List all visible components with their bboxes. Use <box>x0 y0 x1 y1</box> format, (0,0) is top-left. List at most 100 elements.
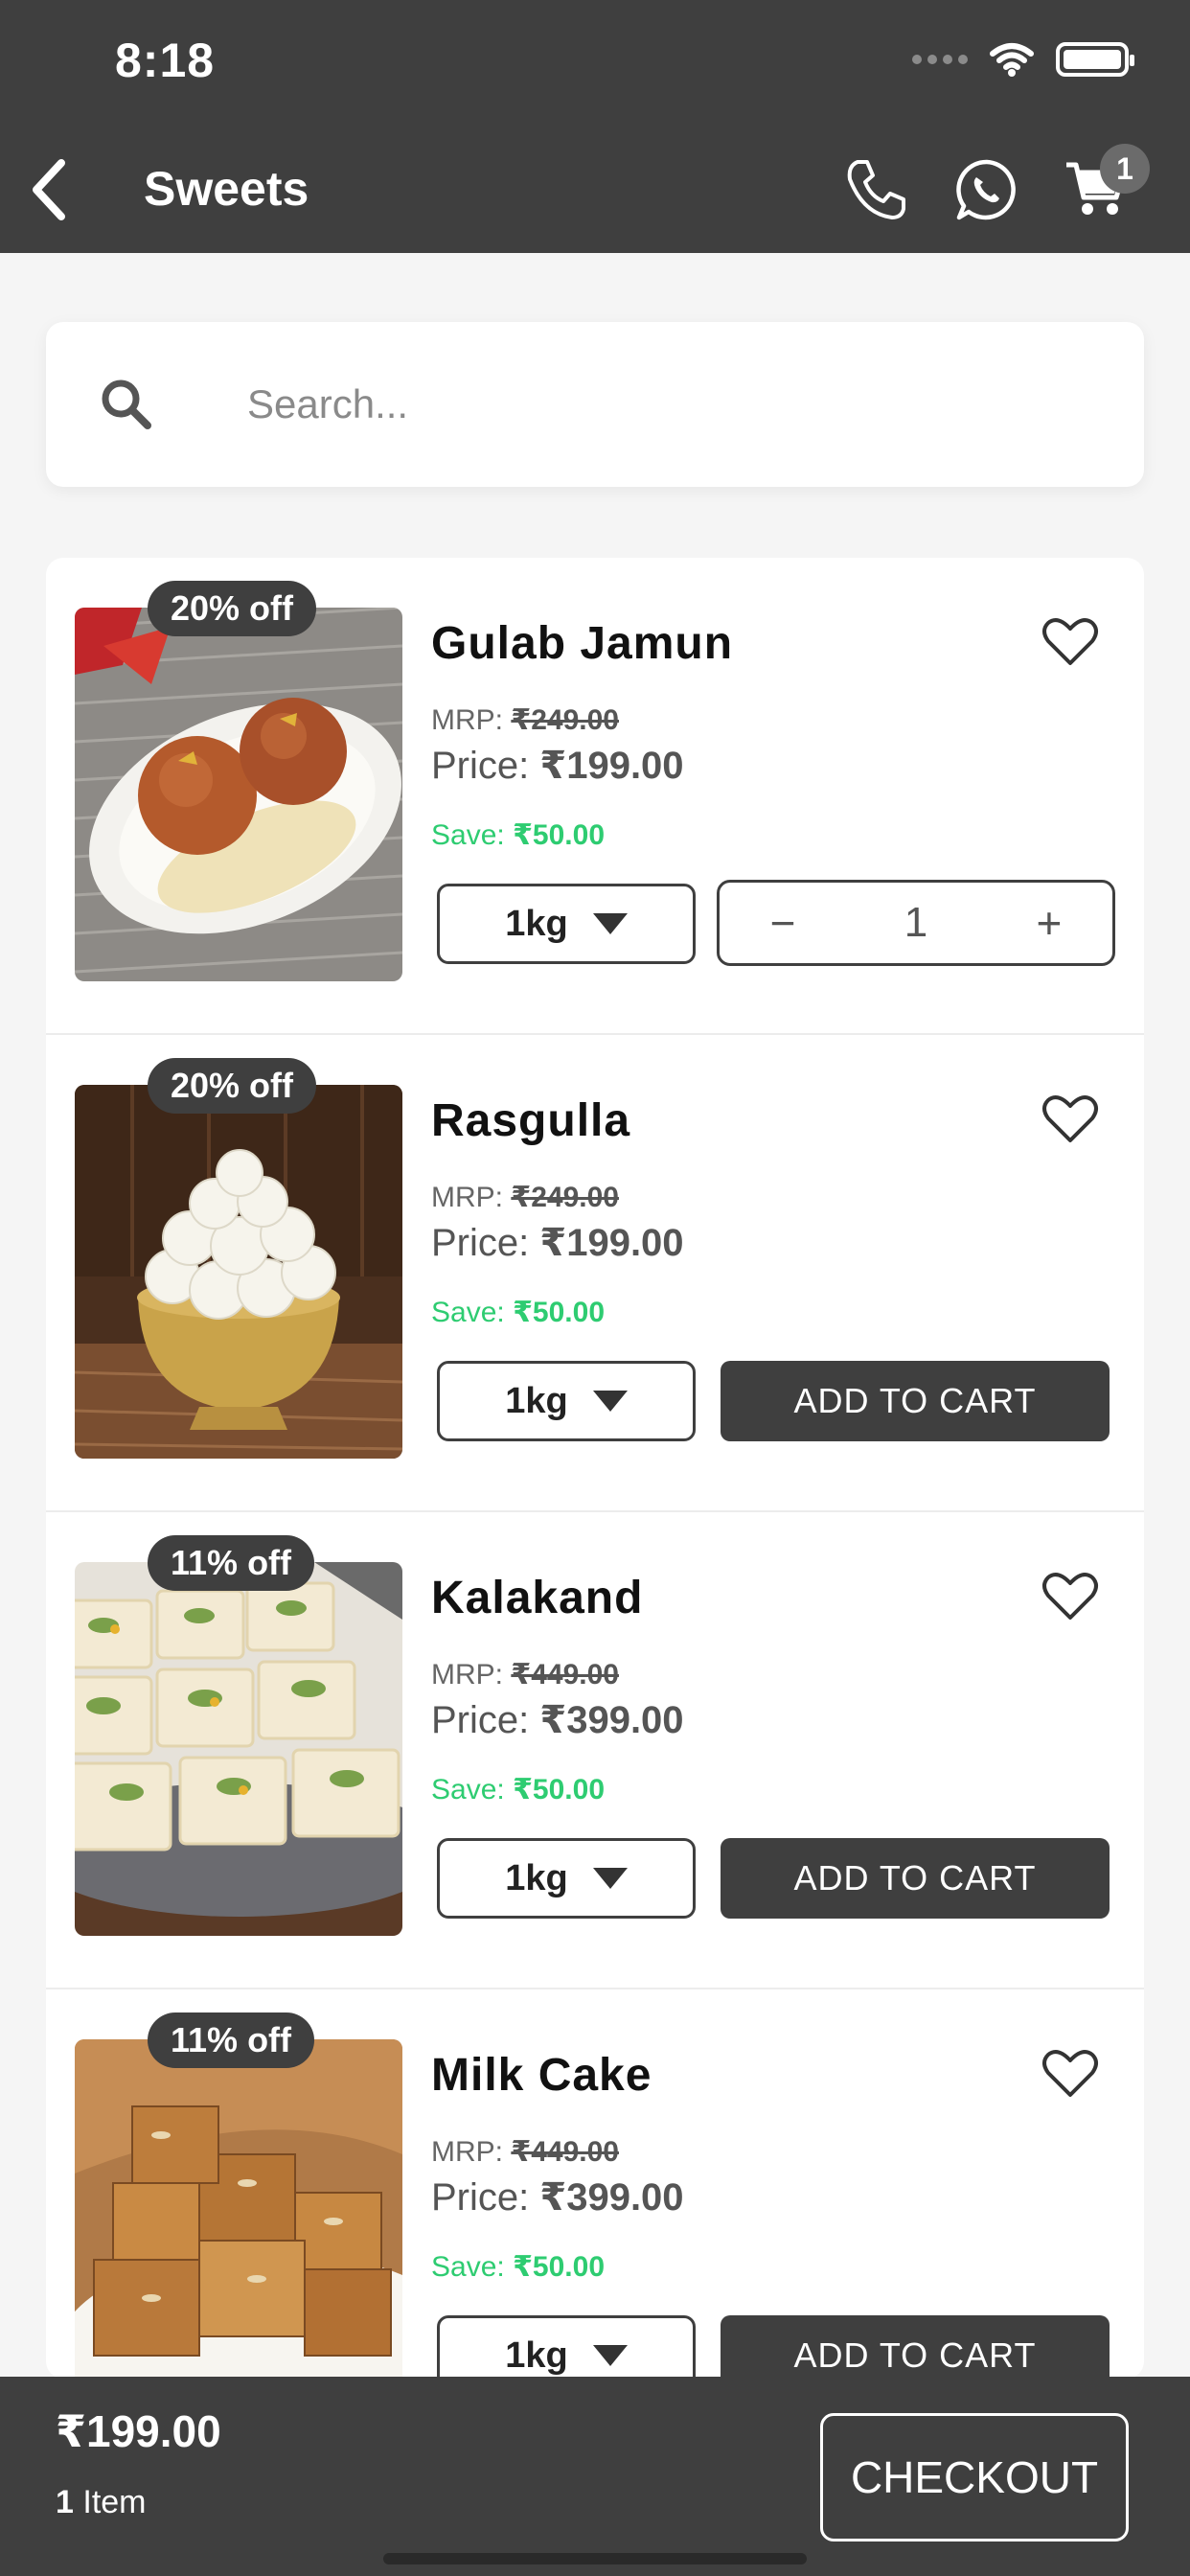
mrp-value: ₹249.00 <box>511 704 619 736</box>
weight-select[interactable]: 1kg <box>437 1361 696 1441</box>
whatsapp-icon <box>956 159 1016 220</box>
product-name[interactable]: Gulab Jamun <box>431 617 733 670</box>
chevron-left-icon <box>33 159 65 220</box>
product-image[interactable] <box>75 1085 402 1459</box>
item-count-value: 1 <box>56 2484 74 2520</box>
product-card: 20% off Rasgulla MRP: ₹249.00 Price: ₹19… <box>46 1035 1144 1512</box>
gulab-jamun-image <box>75 608 402 981</box>
price-value: ₹199.00 <box>539 1222 684 1264</box>
discount-badge: 11% off <box>148 2012 315 2068</box>
mrp-text: MRP: ₹449.00 <box>431 1658 619 1691</box>
mrp-value: ₹249.00 <box>511 1182 619 1213</box>
back-button[interactable] <box>21 153 75 226</box>
discount-badge: 20% off <box>148 581 317 636</box>
product-list: 20% off Gulab Jamun MRP: ₹249.00 Price: … <box>46 558 1144 2379</box>
save-text: Save: ₹50.00 <box>431 1773 605 1806</box>
caret-down-icon <box>592 2345 628 2366</box>
weight-value: 1kg <box>505 903 568 944</box>
weight-value: 1kg <box>505 1380 568 1421</box>
price-text: Price: ₹199.00 <box>431 1221 684 1265</box>
price-label: Price: <box>431 1699 530 1741</box>
mrp-text: MRP: ₹249.00 <box>431 1181 619 1214</box>
caret-down-icon <box>592 913 628 934</box>
app-header: 8:18 Sweets 1 <box>0 0 1190 253</box>
mrp-label: MRP: <box>431 2136 503 2168</box>
weight-value: 1kg <box>505 1857 568 1898</box>
weight-select[interactable]: 1kg <box>437 884 696 964</box>
price-value: ₹199.00 <box>539 745 684 787</box>
add-to-cart-button[interactable]: ADD TO CART <box>721 1838 1110 1919</box>
mrp-label: MRP: <box>431 1659 503 1690</box>
checkout-button[interactable]: CHECKOUT <box>820 2413 1129 2542</box>
cart-count-badge: 1 <box>1100 144 1150 194</box>
add-to-cart-button[interactable]: ADD TO CART <box>721 1361 1110 1441</box>
save-text: Save: ₹50.00 <box>431 818 605 852</box>
status-icons <box>912 42 1134 77</box>
price-label: Price: <box>431 745 530 787</box>
product-card: 20% off Gulab Jamun MRP: ₹249.00 Price: … <box>46 558 1144 1035</box>
caret-down-icon <box>592 1391 628 1412</box>
discount-badge: 11% off <box>148 1535 315 1591</box>
status-time: 8:18 <box>115 34 216 87</box>
whatsapp-button[interactable] <box>950 153 1023 226</box>
heart-icon[interactable] <box>1041 1566 1100 1625</box>
product-name[interactable]: Kalakand <box>431 1572 643 1624</box>
search-icon <box>102 380 151 429</box>
add-to-cart-button[interactable]: ADD TO CART <box>721 2315 1110 2379</box>
save-text: Save: ₹50.00 <box>431 2250 605 2284</box>
caret-down-icon <box>592 1868 628 1889</box>
rasgulla-image <box>75 1085 402 1459</box>
phone-icon <box>847 160 905 219</box>
weight-select[interactable]: 1kg <box>437 2315 696 2379</box>
cart-item-count: 1 Item <box>56 2484 147 2521</box>
price-text: Price: ₹199.00 <box>431 744 684 788</box>
price-text: Price: ₹399.00 <box>431 2175 684 2220</box>
heart-icon[interactable] <box>1041 2043 1100 2103</box>
cart-summary-bar: ₹199.00 1 Item CHECKOUT <box>0 2377 1190 2576</box>
item-count-label: Item <box>82 2484 147 2520</box>
price-value: ₹399.00 <box>539 2176 684 2219</box>
heart-icon[interactable] <box>1041 1089 1100 1148</box>
product-name[interactable]: Milk Cake <box>431 2049 652 2102</box>
call-button[interactable] <box>839 153 912 226</box>
save-value: ₹50.00 <box>513 1297 606 1328</box>
save-label: Save: <box>431 819 505 851</box>
price-value: ₹399.00 <box>539 1699 684 1741</box>
page-title: Sweets <box>144 162 309 216</box>
discount-badge: 20% off <box>148 1058 317 1114</box>
product-name[interactable]: Rasgulla <box>431 1094 630 1147</box>
price-label: Price: <box>431 2176 530 2219</box>
quantity-stepper[interactable]: − 1 + <box>717 880 1115 966</box>
decrement-button[interactable]: − <box>764 897 802 949</box>
weight-value: 1kg <box>505 2334 568 2376</box>
search-bar[interactable] <box>46 322 1144 487</box>
save-value: ₹50.00 <box>513 1774 606 1806</box>
save-text: Save: ₹50.00 <box>431 1296 605 1329</box>
save-label: Save: <box>431 2251 505 2283</box>
save-value: ₹50.00 <box>513 819 606 851</box>
product-image[interactable] <box>75 608 402 981</box>
save-label: Save: <box>431 1774 505 1806</box>
increment-button[interactable]: + <box>1030 897 1068 949</box>
home-indicator[interactable] <box>383 2553 807 2564</box>
price-label: Price: <box>431 1222 530 1264</box>
mrp-value: ₹449.00 <box>511 2136 619 2168</box>
heart-icon[interactable] <box>1041 611 1100 671</box>
search-input[interactable] <box>247 370 1090 439</box>
product-card: 11% off Kalakand MRP: ₹449.00 Price: ₹39… <box>46 1512 1144 1990</box>
milk-cake-image <box>75 2039 402 2379</box>
wifi-icon <box>990 43 1034 77</box>
mrp-label: MRP: <box>431 704 503 736</box>
save-label: Save: <box>431 1297 505 1328</box>
weight-select[interactable]: 1kg <box>437 1838 696 1919</box>
save-value: ₹50.00 <box>513 2251 606 2283</box>
mrp-text: MRP: ₹249.00 <box>431 703 619 737</box>
product-card: 11% off Milk Cake MRP: ₹449.00 Price: ₹3… <box>46 1990 1144 2379</box>
product-image[interactable] <box>75 2039 402 2379</box>
kalakand-image <box>75 1562 402 1936</box>
cart-total: ₹199.00 <box>56 2406 221 2456</box>
mrp-value: ₹449.00 <box>511 1659 619 1690</box>
product-image[interactable] <box>75 1562 402 1936</box>
signal-icon <box>912 55 968 64</box>
mrp-text: MRP: ₹449.00 <box>431 2135 619 2169</box>
